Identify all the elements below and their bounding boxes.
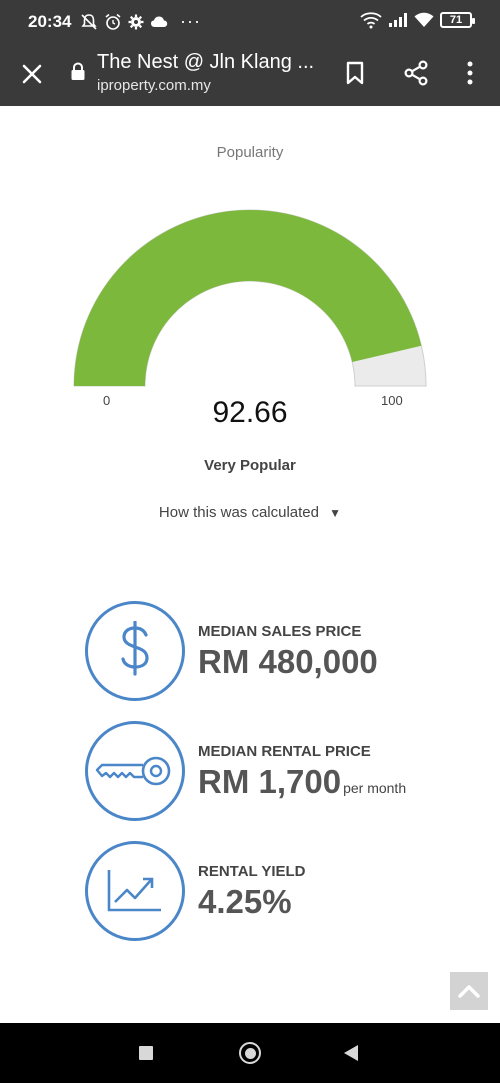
stat-value: 4.25% [198,883,292,921]
wifi-icon [414,12,434,27]
status-time: 20:34 [28,12,72,31]
stat-label: MEDIAN SALES PRICE [198,623,362,640]
stat-value: RM 480,000 [198,643,378,681]
status-right-icons: 71 [360,11,475,29]
stat-value-text: RM 480,000 [198,643,378,680]
home-button[interactable] [239,1042,261,1064]
back-to-top-button[interactable] [450,972,488,1010]
signal-icon [389,13,407,27]
close-button[interactable] [14,56,50,92]
stat-value-text: 4.25% [198,883,292,920]
status-bar: 20:34 ··· 71 [0,0,500,42]
status-left-icons: ··· [80,11,201,32]
trend-chart-icon [85,841,185,941]
stat-label: RENTAL YIELD [198,863,306,880]
battery-level: 71 [449,14,463,26]
more-vert-icon [467,61,473,85]
stat-value-text: RM 1,700 [198,763,342,800]
battery-icon: 71 [440,12,475,28]
stat-label: MEDIAN RENTAL PRICE [198,743,371,760]
gauge-title: Popularity [216,144,284,161]
popularity-gauge [73,209,427,387]
median-sales-price-stat: MEDIAN SALES PRICE RM 480,000 [85,601,445,701]
share-button[interactable] [399,56,433,90]
mute-icon [81,13,97,30]
dollar-icon [85,601,185,701]
wifi-calling-icon [360,12,382,29]
cloud-icon [151,16,168,27]
bookmark-icon [346,61,364,85]
page-url[interactable]: iproperty.com.my [97,77,211,94]
share-icon [404,60,428,86]
overflow-menu-button[interactable] [456,56,484,90]
how-calculated-label: How this was calculated [158,504,319,521]
lock-icon [71,62,85,80]
median-rental-price-stat: MEDIAN RENTAL PRICE RM 1,700 per month [85,721,445,821]
alarm-icon [105,13,121,30]
home-icon [244,1047,256,1059]
gauge-rating-label: Very Popular [204,457,296,474]
page-content: Popularity 0 100 92.66 Very Popular How … [0,106,500,1023]
close-icon [22,64,42,84]
dropdown-arrow-icon: ▼ [329,506,342,520]
chevron-up-icon [458,985,480,998]
browser-toolbar: The Nest @ Jln Klang ... iproperty.com.m… [0,42,500,106]
how-calculated-toggle[interactable]: How this was calculated ▼ [0,504,500,521]
settings-icon [128,14,144,29]
bookmark-button[interactable] [339,56,371,90]
gauge-value: 92.66 [212,396,288,429]
stat-suffix: per month [343,780,407,796]
stat-value: RM 1,700 per month [198,763,406,801]
more-dots-icon: ··· [180,11,201,31]
recents-button[interactable] [139,1046,153,1060]
page-title[interactable]: The Nest @ Jln Klang ... [97,51,317,74]
back-button[interactable] [344,1045,358,1061]
system-nav-bar [0,1023,500,1083]
key-icon [85,721,185,821]
rental-yield-stat: RENTAL YIELD 4.25% [85,841,445,941]
